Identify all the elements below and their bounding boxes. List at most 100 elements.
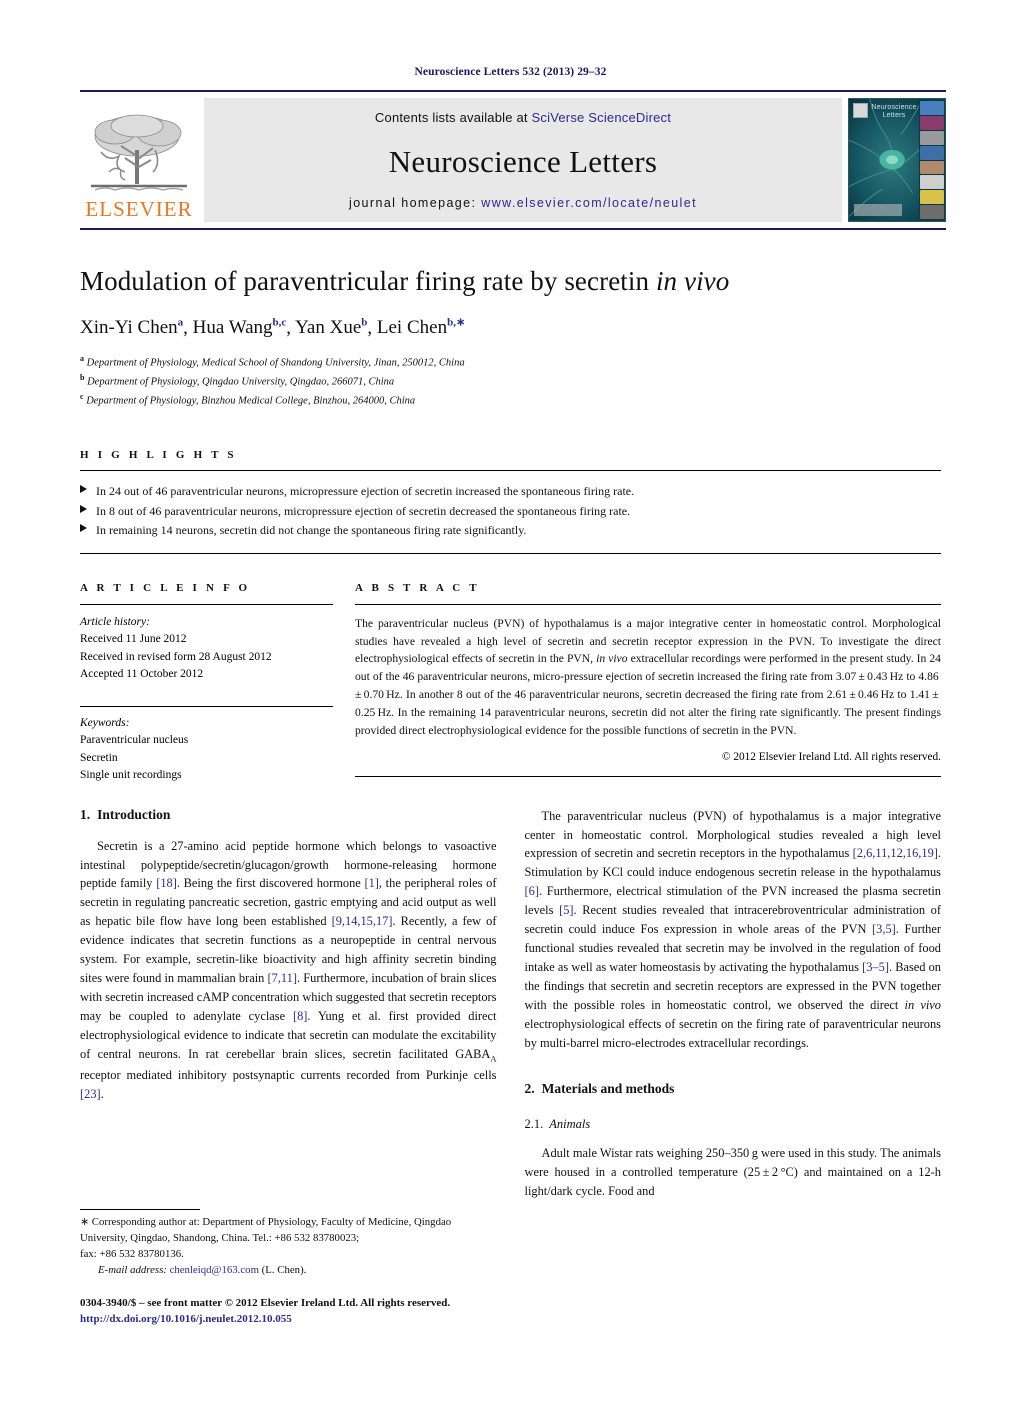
article-info-rule xyxy=(80,603,333,605)
highlights-label: H I G H L I G H T S xyxy=(80,449,237,462)
homepage-url-link[interactable]: www.elsevier.com/locate/neulet xyxy=(481,196,697,210)
cover-thumb-5 xyxy=(920,160,944,175)
affiliation-text: Department of Physiology, Binzhou Medica… xyxy=(86,395,416,407)
keywords-rule xyxy=(80,705,333,707)
cover-thumb-8 xyxy=(920,205,944,219)
cover-thumb-2 xyxy=(920,115,944,130)
history-received: Received 11 June 2012 xyxy=(80,633,187,646)
triangle-bullet-icon xyxy=(80,485,87,494)
title-italic: in vivo xyxy=(655,266,730,296)
cover-thumb-3 xyxy=(920,130,944,145)
issn-line: 0304-3940/$ – see front matter © 2012 El… xyxy=(80,1296,451,1309)
citation-ref[interactable]: [18] xyxy=(156,876,177,890)
section-number: 1. xyxy=(80,806,91,822)
highlights-list: In 24 out of 46 paraventricular neurons,… xyxy=(80,482,941,540)
author-1[interactable]: Hua Wangb,c xyxy=(193,317,287,338)
footnote-block: ∗ Corresponding author at: Department of… xyxy=(80,1209,495,1328)
sciencedirect-link[interactable]: SciVerse ScienceDirect xyxy=(532,110,672,125)
gaba-subscript: A xyxy=(490,1053,497,1064)
affiliation-mark: a xyxy=(80,354,84,364)
methods-paragraph: Adult male Wistar rats weighing 250–350 … xyxy=(524,1146,942,1199)
author-sep-2: , xyxy=(367,317,377,339)
author-sup: b,∗ xyxy=(447,316,466,329)
article-history: Article history: Received 11 June 2012 R… xyxy=(80,614,333,684)
highlight-text: In 24 out of 46 paraventricular neurons,… xyxy=(96,484,635,499)
highlight-item: In remaining 14 neurons, secretin did no… xyxy=(80,521,941,540)
affiliation-text: Department of Physiology, Qingdao Univer… xyxy=(87,376,395,388)
cover-footer-bar xyxy=(854,204,902,216)
citation-ref[interactable]: [23] xyxy=(80,1087,101,1101)
affiliation-text: Department of Physiology, Medical School… xyxy=(86,357,465,369)
right-paragraph: The paraventricular nucleus (PVN) of hyp… xyxy=(525,807,942,1054)
author-0[interactable]: Xin-Yi Chena xyxy=(80,317,183,338)
journal-banner: ELSEVIER Contents lists available at Sci… xyxy=(80,90,946,222)
title-main: Modulation of paraventricular firing rat… xyxy=(80,266,656,296)
abstract-copyright: © 2012 Elsevier Ireland Ltd. All rights … xyxy=(721,751,941,764)
cover-journal-title: Neuroscience Letters xyxy=(871,104,917,119)
info-abstract-row: A R T I C L E I N F O Article history: R… xyxy=(80,582,941,785)
subsection-heading-animals: 2.1. Animals xyxy=(525,1117,942,1132)
elsevier-logo: ELSEVIER xyxy=(80,98,198,222)
abstract-italic-invivo: in vivo xyxy=(596,652,628,666)
highlights-bottom-rule xyxy=(80,552,941,554)
intro-paragraph: Secretin is a 27-amino acid peptide horm… xyxy=(80,837,497,1104)
affiliation-mark: c xyxy=(80,391,84,401)
author-list: Xin-Yi Chena, Hua Wangb,c, Yan Xueb, Lei… xyxy=(80,316,941,339)
right-italic-invivo: in vivo xyxy=(904,998,941,1013)
footnote-rule xyxy=(80,1209,200,1210)
abstract-text: The paraventricular nucleus (PVN) of hyp… xyxy=(355,615,941,740)
cover-thumb-6 xyxy=(920,175,944,190)
elsevier-tree-icon xyxy=(91,114,187,191)
intro-text-h: . xyxy=(100,1086,104,1101)
citation-ref[interactable]: [3,5] xyxy=(872,922,896,936)
keyword-item: Single unit recordings xyxy=(80,769,182,782)
citation-ref[interactable]: [7,11] xyxy=(268,971,297,985)
author-3[interactable]: Lei Chenb,∗ xyxy=(377,317,465,338)
subsection-number: 2.1. xyxy=(524,1117,544,1132)
keyword-item: Paraventricular nucleus xyxy=(80,734,189,747)
author-sep-1: , xyxy=(286,317,296,339)
body-column-left: 1. Introduction Secretin is a 27-amino ac… xyxy=(80,807,497,1202)
citation-ref[interactable]: [5] xyxy=(559,903,573,917)
corresponding-author-text: Corresponding author at: Department of P… xyxy=(80,1216,452,1244)
cover-thumbnail-strip xyxy=(919,99,945,221)
asterisk-icon: ∗ xyxy=(80,1216,90,1228)
right-text-g: electrophysiological effects of secretin… xyxy=(524,1017,942,1051)
doi-link[interactable]: http://dx.doi.org/10.1016/j.neulet.2012.… xyxy=(80,1311,495,1328)
history-accepted: Accepted 11 October 2012 xyxy=(80,668,204,681)
highlights-section: H I G H L I G H T S In 24 out of 46 para… xyxy=(80,449,941,554)
section-title: Introduction xyxy=(97,806,171,822)
cover-publisher-badge xyxy=(853,103,868,118)
fax-line: fax: +86 532 83780136. xyxy=(80,1247,184,1260)
paper-page: Neuroscience Letters 532 (2013) 29–32 EL… xyxy=(0,66,1021,1417)
intro-text-b: . Being the first discovered hormone xyxy=(176,876,365,891)
homepage-prefix: journal homepage: xyxy=(349,196,477,210)
citation-ref[interactable]: [2,6,11,12,16,19] xyxy=(853,846,938,860)
citation-ref[interactable]: [8] xyxy=(293,1009,307,1023)
corresponding-author-note: ∗ Corresponding author at: Department of… xyxy=(80,1215,495,1247)
keywords-block: Keywords: Paraventricular nucleus Secret… xyxy=(80,715,333,785)
abstract-rule xyxy=(355,603,941,605)
author-sup: b,c xyxy=(272,316,287,329)
citation-ref[interactable]: [1] xyxy=(364,876,378,890)
email-line: E-mail address: chenleiqd@163.com (L. Ch… xyxy=(80,1263,495,1279)
subsection-title: Animals xyxy=(549,1117,591,1132)
author-name: Xin-Yi Chen xyxy=(80,317,178,339)
section-title: Materials and methods xyxy=(541,1081,675,1097)
article-history-label: Article history: xyxy=(80,615,150,628)
author-name: Hua Wang xyxy=(192,317,273,339)
body-columns: 1. Introduction Secretin is a 27-amino ac… xyxy=(80,807,941,1202)
affiliation-c: c Department of Physiology, Binzhou Medi… xyxy=(80,391,941,410)
citation-ref[interactable]: [3–5] xyxy=(862,960,889,974)
author-2[interactable]: Yan Xueb xyxy=(295,317,367,338)
author-name: Lei Chen xyxy=(376,317,448,339)
cover-thumb-4 xyxy=(920,145,944,160)
cover-thumb-1 xyxy=(920,101,944,115)
author-name: Yan Xue xyxy=(295,317,362,339)
cover-thumb-7 xyxy=(920,190,944,205)
citation-ref[interactable]: [9,14,15,17] xyxy=(332,914,393,928)
article-info-column: A R T I C L E I N F O Article history: R… xyxy=(80,582,333,785)
citation-ref[interactable]: [6] xyxy=(525,884,539,898)
keyword-item: Secretin xyxy=(80,751,118,764)
email-link[interactable]: chenleiqd@163.com xyxy=(170,1264,259,1276)
